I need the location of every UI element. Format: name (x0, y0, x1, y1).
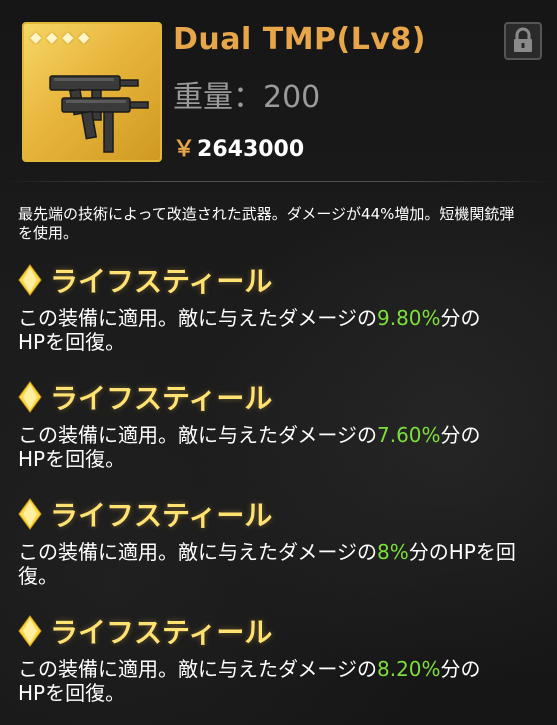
skill-value: 9.80% (377, 306, 441, 330)
weight-label: 重量 (173, 80, 233, 115)
skill-title: ライフスティール (18, 377, 553, 417)
item-detail-panel: ◆ ◆ ◆ ◆ Dual TMP(Lv8) 重量：200 ￥2643000 最先… (0, 0, 557, 725)
weight-row: 重量：200 (173, 72, 320, 116)
skill-description: この装備に適用。敵に与えたダメージの8.20%分のHPを回復。 (18, 657, 488, 705)
diamond-icon (18, 615, 42, 647)
skill-value: 8.20% (377, 657, 441, 681)
weight-separator: ： (233, 80, 263, 115)
skill-desc-text: この装備に適用。敵に与えたダメージの (18, 540, 377, 564)
skill-value: 8% (377, 540, 409, 564)
item-description: 最先端の技術によって改造された武器。ダメージが44%増加。短機関銃弾を使用。 (18, 205, 515, 242)
skill-block: ライフスティール この装備に適用。敵に与えたダメージの8%分のHPを回復。 (18, 494, 553, 588)
skill-title-text: ライフスティール (50, 382, 273, 415)
star-icon: ◆ (30, 28, 42, 46)
price-row: ￥2643000 (173, 131, 304, 163)
skill-block: ライフスティール この装備に適用。敵に与えたダメージの8.20%分のHPを回復。 (18, 611, 553, 705)
currency-symbol: ￥ (173, 137, 196, 162)
diamond-icon (18, 498, 42, 530)
header-divider (0, 181, 557, 182)
skill-desc-text: この装備に適用。敵に与えたダメージの (18, 423, 377, 447)
skill-desc-text: この装備に適用。敵に与えたダメージの (18, 306, 377, 330)
smg-weapon-icon (49, 75, 149, 153)
skill-block: ライフスティール この装備に適用。敵に与えたダメージの9.80%分のHPを回復。 (18, 260, 553, 354)
skill-description: この装備に適用。敵に与えたダメージの7.60%分のHPを回復。 (18, 423, 488, 471)
skill-title: ライフスティール (18, 611, 553, 651)
skill-title: ライフスティール (18, 260, 553, 300)
skill-title: ライフスティール (18, 494, 553, 534)
item-card[interactable]: ◆ ◆ ◆ ◆ (22, 22, 162, 162)
lock-icon (514, 27, 532, 52)
diamond-icon (18, 381, 42, 413)
rarity-stars: ◆ ◆ ◆ ◆ (30, 29, 92, 45)
star-icon: ◆ (46, 28, 58, 46)
skill-title-text: ライフスティール (50, 499, 273, 532)
lock-button[interactable] (504, 22, 542, 60)
diamond-icon (18, 264, 42, 296)
star-icon: ◆ (78, 28, 90, 46)
weight-value: 200 (263, 80, 321, 115)
skill-title-text: ライフスティール (50, 265, 273, 298)
skill-desc-text: この装備に適用。敵に与えたダメージの (18, 657, 377, 681)
skill-block: ライフスティール この装備に適用。敵に与えたダメージの7.60%分のHPを回復。 (18, 377, 553, 471)
skill-description: この装備に適用。敵に与えたダメージの9.80%分のHPを回復。 (18, 306, 488, 354)
skill-title-text: ライフスティール (50, 616, 273, 649)
star-icon: ◆ (62, 28, 74, 46)
item-name: Dual TMP(Lv8) (173, 22, 427, 57)
skill-value: 7.60% (377, 423, 441, 447)
price-value: 2643000 (197, 137, 305, 162)
skill-description: この装備に適用。敵に与えたダメージの8%分のHPを回復。 (18, 540, 553, 588)
